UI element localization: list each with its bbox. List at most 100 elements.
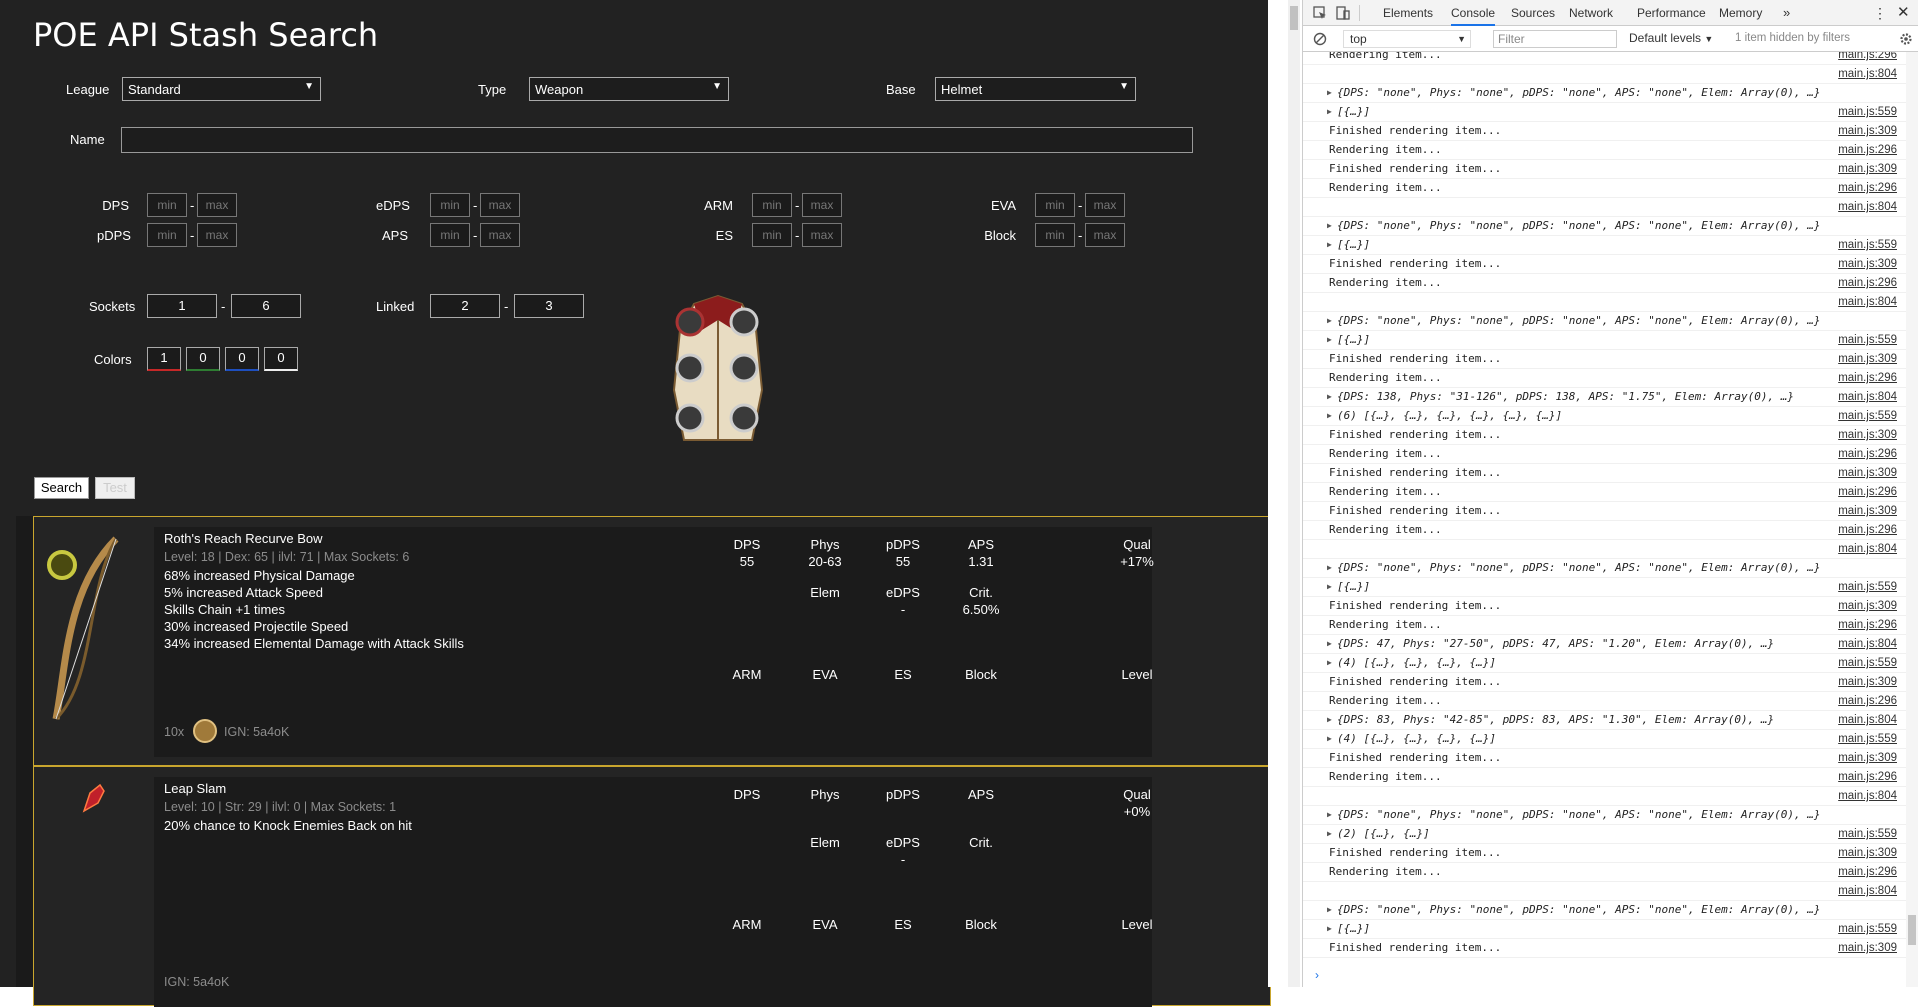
expand-triangle-icon[interactable]: ▶	[1327, 217, 1332, 235]
expand-triangle-icon[interactable]: ▶	[1327, 312, 1332, 330]
source-link[interactable]: main.js:309	[1838, 350, 1897, 368]
filter-es-min[interactable]: min	[752, 223, 792, 247]
expand-triangle-icon[interactable]: ▶	[1327, 920, 1332, 938]
source-link[interactable]: main.js:804	[1838, 293, 1897, 311]
source-link[interactable]: main.js:559	[1838, 407, 1897, 425]
source-link[interactable]: main.js:309	[1838, 122, 1897, 140]
source-link[interactable]: main.js:309	[1838, 597, 1897, 615]
search-button[interactable]: Search	[34, 477, 89, 499]
settings-gear-icon[interactable]	[1899, 32, 1913, 46]
expand-triangle-icon[interactable]: ▶	[1327, 711, 1332, 729]
console-message[interactable]: [{…}]	[1337, 103, 1370, 121]
source-link[interactable]: main.js:309	[1838, 255, 1897, 273]
tab-performance[interactable]: Performance	[1637, 0, 1706, 26]
filter-pdps-max[interactable]: max	[197, 223, 237, 247]
source-link[interactable]: main.js:296	[1838, 616, 1897, 634]
sockets-min-input[interactable]: 1	[147, 294, 217, 318]
type-select[interactable]: Weapon ▼	[529, 77, 729, 101]
source-link[interactable]: main.js:296	[1838, 692, 1897, 710]
filter-block-min[interactable]: min	[1035, 223, 1075, 247]
expand-triangle-icon[interactable]: ▶	[1327, 901, 1332, 919]
console-message[interactable]: (2) [{…}, {…}]	[1337, 825, 1430, 843]
filter-aps-min[interactable]: min	[430, 223, 470, 247]
source-link[interactable]: main.js:296	[1838, 52, 1897, 64]
clear-console-icon[interactable]	[1313, 32, 1327, 46]
league-select[interactable]: Standard ▼	[122, 77, 321, 101]
source-link[interactable]: main.js:804	[1838, 882, 1897, 900]
console-message[interactable]: {DPS: "none", Phys: "none", pDPS: "none"…	[1337, 806, 1820, 824]
filter-aps-max[interactable]: max	[480, 223, 520, 247]
source-link[interactable]: main.js:296	[1838, 369, 1897, 387]
source-link[interactable]: main.js:804	[1838, 711, 1897, 729]
console-message[interactable]: {DPS: "none", Phys: "none", pDPS: "none"…	[1337, 901, 1820, 919]
console-message[interactable]: {DPS: "none", Phys: "none", pDPS: "none"…	[1337, 84, 1820, 102]
console-message[interactable]: {DPS: "none", Phys: "none", pDPS: "none"…	[1337, 217, 1820, 235]
expand-triangle-icon[interactable]: ▶	[1327, 730, 1332, 748]
color-input[interactable]: 0	[264, 347, 298, 371]
console-message[interactable]: [{…}]	[1337, 578, 1370, 596]
page-scrollbar[interactable]	[1288, 0, 1300, 987]
source-link[interactable]: main.js:559	[1838, 331, 1897, 349]
tab-console[interactable]: Console	[1451, 0, 1496, 26]
filter-dps-min[interactable]: min	[147, 193, 187, 217]
source-link[interactable]: main.js:559	[1838, 103, 1897, 121]
expand-triangle-icon[interactable]: ▶	[1327, 236, 1332, 254]
source-link[interactable]: main.js:559	[1838, 578, 1897, 596]
console-message[interactable]: {DPS: 47, Phys: "27-50", pDPS: 47, APS: …	[1337, 635, 1774, 653]
device-toolbar-icon[interactable]	[1335, 5, 1351, 21]
filter-arm-max[interactable]: max	[802, 193, 842, 217]
filter-block-max[interactable]: max	[1085, 223, 1125, 247]
more-tabs-icon[interactable]: »	[1783, 0, 1790, 26]
source-link[interactable]: main.js:296	[1838, 768, 1897, 786]
console-scrollbar-thumb[interactable]	[1908, 915, 1916, 945]
color-input[interactable]: 1	[147, 347, 181, 371]
expand-triangle-icon[interactable]: ▶	[1327, 654, 1332, 672]
page-scrollbar-thumb[interactable]	[1290, 6, 1298, 30]
context-select[interactable]: top ▼	[1343, 30, 1471, 48]
expand-triangle-icon[interactable]: ▶	[1327, 635, 1332, 653]
source-link[interactable]: main.js:559	[1838, 920, 1897, 938]
test-button[interactable]: Test	[95, 477, 135, 499]
source-link[interactable]: main.js:309	[1838, 673, 1897, 691]
source-link[interactable]: main.js:804	[1838, 388, 1897, 406]
filter-edps-min[interactable]: min	[430, 193, 470, 217]
name-input[interactable]	[121, 127, 1193, 153]
source-link[interactable]: main.js:296	[1838, 483, 1897, 501]
linked-min-input[interactable]: 2	[430, 294, 500, 318]
source-link[interactable]: main.js:309	[1838, 502, 1897, 520]
source-link[interactable]: main.js:559	[1838, 730, 1897, 748]
filter-eva-max[interactable]: max	[1085, 193, 1125, 217]
source-link[interactable]: main.js:559	[1838, 236, 1897, 254]
source-link[interactable]: main.js:296	[1838, 141, 1897, 159]
color-input[interactable]: 0	[225, 347, 259, 371]
console-message[interactable]: {DPS: 83, Phys: "42-85", pDPS: 83, APS: …	[1337, 711, 1774, 729]
source-link[interactable]: main.js:309	[1838, 426, 1897, 444]
source-link[interactable]: main.js:309	[1838, 939, 1897, 957]
console-message[interactable]: {DPS: 138, Phys: "31-126", pDPS: 138, AP…	[1337, 388, 1794, 406]
tab-network[interactable]: Network	[1569, 0, 1613, 26]
console-message[interactable]: [{…}]	[1337, 920, 1370, 938]
filter-eva-min[interactable]: min	[1035, 193, 1075, 217]
tab-sources[interactable]: Sources	[1511, 0, 1555, 26]
base-select[interactable]: Helmet ▼	[935, 77, 1136, 101]
console-message[interactable]: (6) [{…}, {…}, {…}, {…}, {…}, {…}]	[1337, 407, 1562, 425]
console-message[interactable]: (4) [{…}, {…}, {…}, {…}]	[1337, 730, 1496, 748]
expand-triangle-icon[interactable]: ▶	[1327, 825, 1332, 843]
source-link[interactable]: main.js:309	[1838, 844, 1897, 862]
filter-arm-min[interactable]: min	[752, 193, 792, 217]
filter-edps-max[interactable]: max	[480, 193, 520, 217]
color-input[interactable]: 0	[186, 347, 220, 371]
source-link[interactable]: main.js:296	[1838, 179, 1897, 197]
tab-elements[interactable]: Elements	[1383, 0, 1433, 26]
kebab-menu-icon[interactable]: ⋮	[1873, 0, 1887, 26]
expand-triangle-icon[interactable]: ▶	[1327, 806, 1332, 824]
console-message[interactable]: [{…}]	[1337, 331, 1370, 349]
console-scrollbar[interactable]	[1906, 52, 1918, 987]
source-link[interactable]: main.js:559	[1838, 654, 1897, 672]
source-link[interactable]: main.js:296	[1838, 521, 1897, 539]
sockets-max-input[interactable]: 6	[231, 294, 301, 318]
source-link[interactable]: main.js:296	[1838, 445, 1897, 463]
linked-max-input[interactable]: 3	[514, 294, 584, 318]
console-message[interactable]: [{…}]	[1337, 236, 1370, 254]
expand-triangle-icon[interactable]: ▶	[1327, 331, 1332, 349]
